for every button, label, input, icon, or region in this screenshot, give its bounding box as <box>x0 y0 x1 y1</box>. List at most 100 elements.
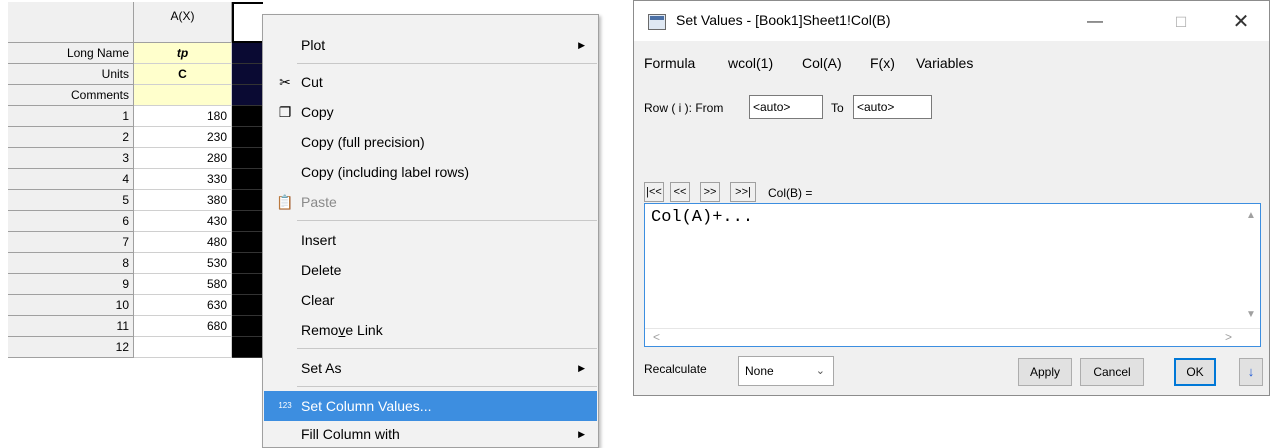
row-number[interactable]: 3 <box>8 148 134 169</box>
chevron-down-icon: ⌄ <box>815 365 825 377</box>
row-comments: Comments <box>8 85 263 106</box>
cell-a[interactable]: 230 <box>134 127 232 148</box>
cell-a[interactable]: 280 <box>134 148 232 169</box>
editor-horizontal-scrollbar[interactable]: < > <box>645 328 1260 346</box>
row-label-comments[interactable]: Comments <box>8 85 134 106</box>
cell-b[interactable] <box>232 337 263 358</box>
nav-last-button[interactable]: >>| <box>730 182 756 202</box>
menu-item-insert[interactable]: Insert <box>264 225 597 255</box>
column-header-a[interactable]: A(X) <box>134 2 232 43</box>
cell-b[interactable] <box>232 211 263 232</box>
menu-item-copy[interactable]: ❐ Copy <box>264 97 597 127</box>
row-label-units[interactable]: Units <box>8 64 134 85</box>
dialog-titlebar[interactable]: Set Values - [Book1]Sheet1!Col(B) — ☐ ✕ <box>634 1 1269 41</box>
scroll-down-icon[interactable]: ▼ <box>1246 309 1256 320</box>
cell-a[interactable]: 630 <box>134 295 232 316</box>
cell-a[interactable]: 330 <box>134 169 232 190</box>
apply-button[interactable]: Apply <box>1018 358 1072 386</box>
row-number[interactable]: 8 <box>8 253 134 274</box>
cell-b[interactable] <box>232 274 263 295</box>
maximize-button[interactable]: ☐ <box>1158 7 1204 37</box>
cell-b[interactable] <box>232 295 263 316</box>
row-number[interactable]: 6 <box>8 211 134 232</box>
cell-b-comments[interactable] <box>232 85 263 106</box>
menu-wcol[interactable]: wcol(1) <box>728 55 773 71</box>
scroll-up-icon[interactable]: ▲ <box>1246 210 1256 221</box>
cell-a-comments[interactable] <box>134 85 232 106</box>
table-row: 12 <box>8 337 263 358</box>
menu-item-cut[interactable]: ✂ Cut <box>264 67 597 97</box>
cell-a[interactable] <box>134 337 232 358</box>
cell-a[interactable]: 180 <box>134 106 232 127</box>
row-number[interactable]: 4 <box>8 169 134 190</box>
scroll-right-icon[interactable]: > <box>1225 330 1232 344</box>
cell-b[interactable] <box>232 232 263 253</box>
minimize-button[interactable]: — <box>1072 7 1118 37</box>
row-number[interactable]: 5 <box>8 190 134 211</box>
menu-item-copy-full-precision[interactable]: Copy (full precision) <box>264 127 597 157</box>
cancel-button[interactable]: Cancel <box>1080 358 1144 386</box>
cell-a[interactable]: 680 <box>134 316 232 337</box>
row-number[interactable]: 12 <box>8 337 134 358</box>
cell-a-long-name[interactable]: tp <box>134 43 232 64</box>
cell-a[interactable]: 580 <box>134 274 232 295</box>
formula-editor[interactable]: Col(A)+... ▲ ▼ < > <box>644 203 1261 347</box>
ok-button[interactable]: OK <box>1174 358 1216 386</box>
row-number[interactable]: 10 <box>8 295 134 316</box>
cell-b[interactable] <box>232 169 263 190</box>
nav-prev-button[interactable]: << <box>670 182 690 202</box>
menu-item-plot[interactable]: Plot ▶ <box>264 30 597 60</box>
corner-cell[interactable] <box>8 2 134 43</box>
menu-formula[interactable]: Formula <box>644 55 695 71</box>
cell-a[interactable]: 430 <box>134 211 232 232</box>
menu-item-remove-link[interactable]: Remove Link <box>264 315 597 345</box>
cell-a[interactable]: 480 <box>134 232 232 253</box>
cell-a-units[interactable]: C <box>134 64 232 85</box>
row-to-input[interactable]: <auto> <box>853 95 932 119</box>
menu-col-a[interactable]: Col(A) <box>802 55 842 71</box>
worksheet[interactable]: A(X) Long Name tp Units C Comments 1 180… <box>8 2 263 446</box>
menu-item-set-column-values[interactable]: 123 Set Column Values... <box>264 391 597 421</box>
menu-item-clear-label: Clear <box>301 292 335 308</box>
row-long-name: Long Name tp <box>8 43 263 64</box>
recalculate-label: Recalculate <box>644 362 707 376</box>
cell-b[interactable] <box>232 190 263 211</box>
row-number[interactable]: 9 <box>8 274 134 295</box>
expand-dialog-button[interactable]: ↓ <box>1239 358 1263 386</box>
cell-b-units[interactable] <box>232 64 263 85</box>
menu-item-copy-including-label-rows[interactable]: Copy (including label rows) <box>264 157 597 187</box>
cell-b[interactable] <box>232 106 263 127</box>
cell-b-long-name[interactable] <box>232 43 263 64</box>
scroll-left-icon[interactable]: < <box>653 330 660 344</box>
cell-a[interactable]: 380 <box>134 190 232 211</box>
menu-fx[interactable]: F(x) <box>870 55 895 71</box>
menu-variables[interactable]: Variables <box>916 55 973 71</box>
menu-item-fill-column-with[interactable]: Fill Column with ▶ <box>264 419 597 448</box>
set-values-dialog: Set Values - [Book1]Sheet1!Col(B) — ☐ ✕ … <box>633 0 1270 396</box>
row-label-long-name[interactable]: Long Name <box>8 43 134 64</box>
menu-item-delete[interactable]: Delete <box>264 255 597 285</box>
menu-item-clear[interactable]: Clear <box>264 285 597 315</box>
close-button[interactable]: ✕ <box>1218 7 1264 37</box>
nav-next-button[interactable]: >> <box>700 182 720 202</box>
row-from-input[interactable]: <auto> <box>749 95 823 119</box>
row-number[interactable]: 1 <box>8 106 134 127</box>
menu-item-insert-label: Insert <box>301 232 337 248</box>
menu-item-set-as[interactable]: Set As ▶ <box>264 353 597 383</box>
table-row: 11 680 <box>8 316 263 337</box>
row-number[interactable]: 7 <box>8 232 134 253</box>
nav-first-button[interactable]: |<< <box>644 182 664 202</box>
menu-separator <box>297 348 597 349</box>
cell-b[interactable] <box>232 148 263 169</box>
cell-b[interactable] <box>232 127 263 148</box>
cell-b[interactable] <box>232 253 263 274</box>
cell-a[interactable]: 530 <box>134 253 232 274</box>
recalculate-select[interactable]: None ⌄ <box>738 356 834 386</box>
menu-separator <box>297 386 597 387</box>
menu-item-fill-column-label: Fill Column with <box>301 426 400 442</box>
editor-vertical-scrollbar[interactable]: ▲ ▼ <box>1243 204 1260 328</box>
row-number[interactable]: 11 <box>8 316 134 337</box>
row-number[interactable]: 2 <box>8 127 134 148</box>
column-header-b[interactable] <box>232 2 263 43</box>
cell-b[interactable] <box>232 316 263 337</box>
